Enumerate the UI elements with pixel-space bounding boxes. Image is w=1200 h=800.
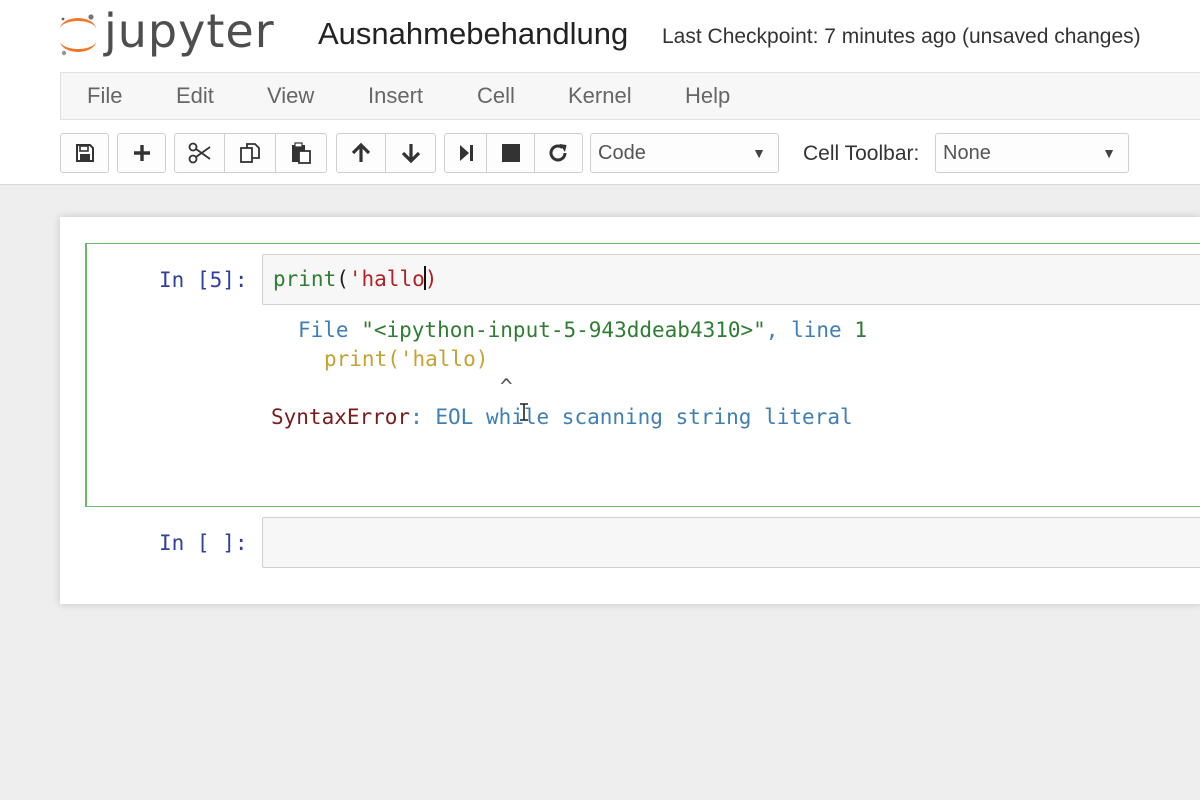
code-paren-open: ( [336, 267, 349, 291]
cell-type-select[interactable]: Code ▼ [590, 133, 779, 173]
code-paren-close: ) [424, 267, 438, 291]
toolbar-group-insert [117, 133, 166, 173]
stop-icon [501, 144, 520, 162]
restart-button[interactable] [535, 134, 582, 172]
traceback-file-kw: File [298, 318, 362, 342]
cut-icon [188, 142, 211, 164]
cut-button[interactable] [175, 134, 226, 172]
menubar-container: File Edit View Insert Cell Kernel Help C… [0, 70, 1200, 185]
code-builtin: print [273, 267, 337, 291]
toolbar-group-move [336, 133, 436, 173]
cell-toolbar-label: Cell Toolbar: [803, 142, 920, 165]
code-string: 'hallo [348, 267, 425, 291]
interrupt-button[interactable] [487, 134, 535, 172]
toolbar-group-run [444, 133, 583, 173]
notebook-container: In [5]: print('hallo) File "<ipython-inp… [60, 217, 1200, 604]
menu-insert[interactable]: Insert [368, 83, 423, 109]
code-line[interactable]: print('hallo) [273, 265, 437, 293]
checkpoint-status: Last Checkpoint: 7 minutes ago (unsaved … [662, 25, 1141, 48]
save-icon [75, 144, 94, 162]
toolbar-group-save [60, 133, 109, 173]
arrow-up-icon [351, 142, 371, 162]
traceback-file-path: "<ipython-input-5-943ddeab4310>" [361, 318, 766, 342]
traceback-file-line: File "<ipython-input-5-943ddeab4310>", l… [298, 316, 867, 344]
mouse-ibeam-icon [520, 403, 528, 421]
insert-cell-button[interactable] [118, 134, 165, 172]
paste-button[interactable] [276, 134, 326, 172]
cell-toolbar-select[interactable]: None ▼ [935, 133, 1129, 173]
menu-help[interactable]: Help [685, 83, 730, 109]
move-up-button[interactable] [337, 134, 387, 172]
menu-file[interactable]: File [87, 83, 122, 109]
error-colon: : [410, 405, 423, 429]
jupyter-logo[interactable]: jupyter [56, 4, 275, 62]
menu-kernel[interactable]: Kernel [568, 83, 632, 109]
menu-cell[interactable]: Cell [477, 83, 515, 109]
traceback-error-line: SyntaxError: EOL while scanning string l… [271, 403, 853, 431]
paste-icon [291, 142, 311, 164]
traceback-line-kw: , line [765, 318, 855, 342]
menubar: File Edit View Insert Cell Kernel Help [60, 72, 1200, 120]
run-icon [459, 145, 473, 161]
error-message: EOL while scanning string literal [422, 405, 853, 429]
arrow-down-icon [401, 144, 420, 164]
code-input-area-empty[interactable] [262, 517, 1200, 568]
cell-type-value: Code [598, 142, 646, 164]
traceback-line-number: 1 [854, 318, 867, 342]
chevron-down-icon: ▼ [752, 145, 766, 161]
toolbar-group-edit [174, 133, 327, 173]
copy-icon [240, 143, 260, 163]
save-button[interactable] [61, 134, 108, 172]
jupyter-logo-icon [60, 14, 96, 56]
notebook-title[interactable]: Ausnahmebehandlung [318, 14, 628, 54]
error-name: SyntaxError [271, 405, 411, 429]
header: jupyter Ausnahmebehandlung Last Checkpoi… [0, 0, 1200, 70]
logo-text: jupyter [104, 4, 275, 58]
chevron-down-icon: ▼ [1102, 145, 1116, 161]
plus-icon [133, 145, 150, 161]
run-button[interactable] [445, 134, 488, 172]
input-prompt-empty: In [ ]: [159, 531, 248, 555]
input-prompt: In [5]: [159, 268, 248, 292]
copy-button[interactable] [225, 134, 276, 172]
move-down-button[interactable] [386, 134, 435, 172]
menu-edit[interactable]: Edit [176, 83, 214, 109]
menu-view[interactable]: View [267, 83, 314, 109]
cell-toolbar-value: None [943, 142, 991, 164]
traceback-code-line: print('hallo) [324, 347, 489, 371]
traceback-caret: ^ [500, 375, 513, 399]
restart-icon [549, 144, 567, 162]
